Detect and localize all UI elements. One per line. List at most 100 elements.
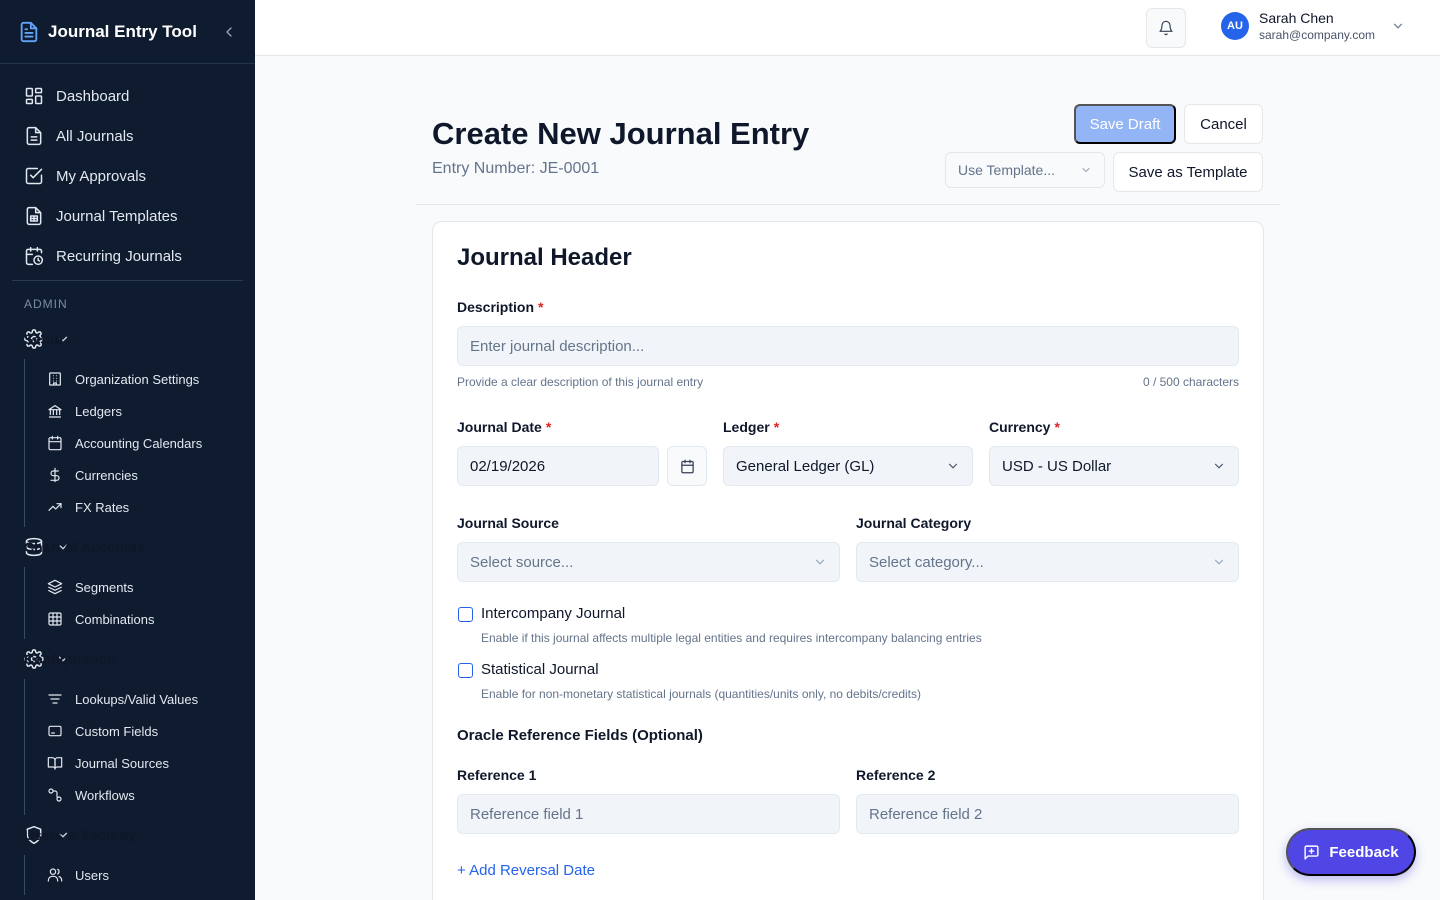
nav-group-configuration[interactable]: Configuration <box>0 639 255 679</box>
card-title: Journal Header <box>457 244 632 271</box>
sidebar-item-fx-rates[interactable]: FX Rates <box>25 491 255 523</box>
use-template-select[interactable]: Use Template... <box>945 152 1105 188</box>
currency-label: Currency * <box>989 419 1060 435</box>
description-input[interactable]: Enter journal description... <box>457 326 1239 366</box>
statistical-checkbox[interactable] <box>458 663 473 678</box>
sidebar-item-workflows[interactable]: Workflows <box>25 779 255 811</box>
document-logo-icon <box>20 21 38 42</box>
journal-category-select[interactable]: Select category... <box>856 542 1239 582</box>
sidebar-item-label: FX Rates <box>75 499 130 515</box>
nav-item-dashboard[interactable]: Dashboard <box>0 76 255 116</box>
user-menu[interactable]: AU Sarah Chen sarah@company.com <box>1221 10 1405 42</box>
nav-label: Journal Templates <box>56 207 178 225</box>
chevron-down-icon <box>815 559 825 565</box>
required-mark: * <box>773 419 780 435</box>
sidebar-item-organization-settings[interactable]: Organization Settings <box>25 363 255 395</box>
sidebar-item-ledgers[interactable]: Ledgers <box>25 395 255 427</box>
save-as-template-button[interactable]: Save as Template <box>1113 152 1263 192</box>
add-reversal-date-link[interactable]: + Add Reversal Date <box>457 862 595 879</box>
reference-2-label: Reference 2 <box>856 767 936 783</box>
statistical-hint: Enable for non-monetary statistical jour… <box>481 687 921 701</box>
cancel-button[interactable]: Cancel <box>1184 104 1263 144</box>
sidebar-divider <box>12 280 243 281</box>
sidebar-item-accounting-calendars[interactable]: Accounting Calendars <box>25 427 255 459</box>
intercompany-label[interactable]: Intercompany Journal <box>481 605 625 622</box>
chevron-down-icon <box>1393 23 1403 29</box>
date-picker-button[interactable] <box>667 446 707 486</box>
page-title: Create New Journal Entry <box>432 116 810 151</box>
reference-2-input[interactable]: Reference field 2 <box>856 794 1239 834</box>
description-hint: Provide a clear description of this jour… <box>457 375 704 389</box>
journal-date-input[interactable]: 02/19/2026 <box>457 446 659 486</box>
page-header: Create New Journal Entry Entry Number: J… <box>416 88 1280 205</box>
nav-item-my-approvals[interactable]: My Approvals <box>0 156 255 196</box>
ledger-value: General Ledger (GL) <box>736 457 875 475</box>
ledger-label: Ledger * <box>723 419 779 435</box>
chart-of-accounts-submenu: Segments Combinations <box>24 567 255 639</box>
sidebar-item-label: Accounting Calendars <box>75 435 203 451</box>
feedback-button[interactable]: Feedback <box>1286 828 1416 876</box>
calendar-clock-icon <box>25 246 44 266</box>
document-icon <box>26 126 42 146</box>
user-info: Sarah Chen sarah@company.com <box>1259 10 1375 42</box>
reference-1-input[interactable]: Reference field 1 <box>457 794 840 834</box>
users-security-submenu: Users <box>24 855 255 895</box>
intercompany-checkbox[interactable] <box>458 607 473 622</box>
main-nav: Dashboard All Journals My Approvals Jour… <box>0 64 255 895</box>
nav-item-journal-templates[interactable]: Journal Templates <box>0 196 255 236</box>
sidebar-item-journal-sources[interactable]: Journal Sources <box>25 747 255 779</box>
reference-1-placeholder: Reference field 1 <box>470 805 584 823</box>
description-placeholder: Enter journal description... <box>470 337 645 355</box>
journal-source-label: Journal Source <box>457 515 559 531</box>
sidebar-item-label: Segments <box>75 579 134 595</box>
currency-value: USD - US Dollar <box>1002 457 1112 475</box>
trend-icon <box>48 503 62 511</box>
journal-date-value: 02/19/2026 <box>470 457 546 475</box>
nav-group-users-security[interactable]: Users & Security <box>0 815 255 855</box>
sidebar-item-combinations[interactable]: Combinations <box>25 603 255 635</box>
collapse-sidebar-icon[interactable] <box>221 24 237 40</box>
sidebar-item-label: Combinations <box>75 611 155 627</box>
sidebar-item-label: Organization Settings <box>75 371 200 387</box>
checkbox-icon <box>25 167 43 185</box>
sidebar-item-lookups[interactable]: Lookups/Valid Values <box>25 683 255 715</box>
description-char-count: 0 / 500 characters <box>1142 375 1239 389</box>
oracle-reference-section-title: Oracle Reference Fields (Optional) <box>457 727 703 744</box>
currency-select[interactable]: USD - US Dollar <box>989 446 1239 486</box>
card-icon <box>48 725 62 737</box>
dollar-icon <box>50 467 60 483</box>
sidebar-brand: Journal Entry Tool <box>0 0 255 64</box>
description-label: Description * <box>457 299 543 315</box>
journal-date-label-text: Journal Date <box>457 419 542 435</box>
admin-section-label: ADMIN <box>24 297 68 311</box>
configuration-submenu: Lookups/Valid Values Custom Fields Journ… <box>24 679 255 815</box>
nav-group-label: Users & Security <box>24 827 137 843</box>
nav-group-setup[interactable]: Setup <box>0 319 255 359</box>
nav-item-all-journals[interactable]: All Journals <box>0 116 255 156</box>
template-icon <box>26 206 42 226</box>
ledger-select[interactable]: General Ledger (GL) <box>723 446 973 486</box>
calendar-icon <box>680 459 694 473</box>
setup-submenu: Organization Settings Ledgers Accounting… <box>24 359 255 527</box>
bank-icon <box>48 405 62 418</box>
workflow-icon <box>48 788 62 802</box>
journal-source-select[interactable]: Select source... <box>457 542 840 582</box>
filter-icon <box>48 694 62 704</box>
calendar-icon <box>48 435 62 451</box>
entry-number: Entry Number: JE-0001 <box>432 160 600 177</box>
journal-date-label: Journal Date * <box>457 419 551 435</box>
journal-category-placeholder: Select category... <box>869 553 984 571</box>
save-draft-button[interactable]: Save Draft <box>1074 104 1176 144</box>
notifications-button[interactable] <box>1146 8 1186 48</box>
required-mark: * <box>545 419 552 435</box>
sidebar-item-label: Custom Fields <box>75 723 159 739</box>
nav-label: My Approvals <box>56 167 147 185</box>
sidebar-item-segments[interactable]: Segments <box>25 571 255 603</box>
nav-group-chart-of-accounts[interactable]: Chart of Accounts <box>0 527 255 567</box>
nav-item-recurring-journals[interactable]: Recurring Journals <box>0 236 255 276</box>
sidebar-item-custom-fields[interactable]: Custom Fields <box>25 715 255 747</box>
sidebar-item-users[interactable]: Users <box>25 859 255 891</box>
sidebar-item-currencies[interactable]: Currencies <box>25 459 255 491</box>
statistical-label[interactable]: Statistical Journal <box>481 661 599 678</box>
required-mark: * <box>538 299 544 315</box>
